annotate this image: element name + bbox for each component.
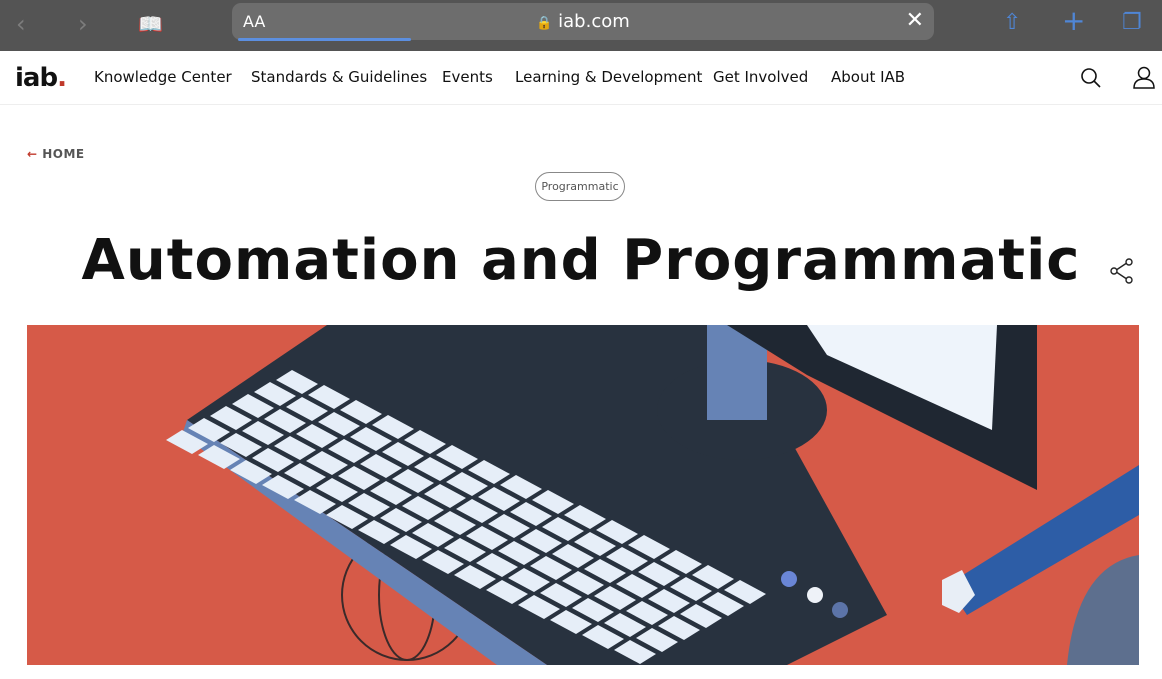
back-home-label: HOME xyxy=(42,147,85,161)
iab-logo[interactable]: iab. xyxy=(15,63,67,93)
page: ‹ › 📖 AA 🔒 iab.com ✕ ⇧ + ❐ iab. Knowledg… xyxy=(0,0,1162,679)
nav-learning[interactable]: Learning & Development xyxy=(515,68,702,86)
forward-icon[interactable]: › xyxy=(78,10,88,38)
url-text: iab.com xyxy=(558,11,630,32)
arrow-left-icon: ← xyxy=(27,147,38,161)
nav-standards[interactable]: Standards & Guidelines xyxy=(251,68,427,86)
bookmarks-icon[interactable]: 📖 xyxy=(138,12,163,36)
address-bar[interactable]: AA 🔒 iab.com ✕ xyxy=(232,3,934,41)
nav-knowledge-center[interactable]: Knowledge Center xyxy=(94,68,232,86)
nav-events[interactable]: Events xyxy=(442,68,493,86)
load-progress-bar xyxy=(238,38,411,41)
site-nav: iab. Knowledge Center Standards & Guidel… xyxy=(0,51,1162,105)
clear-icon[interactable]: ✕ xyxy=(906,8,924,33)
category-tag[interactable]: Programmatic xyxy=(535,172,625,201)
share-icon[interactable] xyxy=(1110,258,1134,284)
browser-toolbar: ‹ › 📖 AA 🔒 iab.com ✕ ⇧ + ❐ xyxy=(0,0,1162,51)
back-icon[interactable]: ‹ xyxy=(16,10,26,38)
share-icon[interactable]: ⇧ xyxy=(1003,10,1021,35)
nav-get-involved[interactable]: Get Involved xyxy=(713,68,808,86)
hero-illustration xyxy=(27,325,1139,665)
lock-icon: 🔒 xyxy=(536,16,553,31)
nav-about[interactable]: About IAB xyxy=(831,68,905,86)
new-tab-icon[interactable]: + xyxy=(1062,4,1085,37)
back-home-link[interactable]: ← HOME xyxy=(27,147,85,161)
search-icon[interactable] xyxy=(1080,67,1102,89)
account-icon[interactable] xyxy=(1132,66,1156,90)
page-title: Automation and Programmatic xyxy=(81,228,1081,293)
tabs-icon[interactable]: ❐ xyxy=(1122,10,1142,35)
